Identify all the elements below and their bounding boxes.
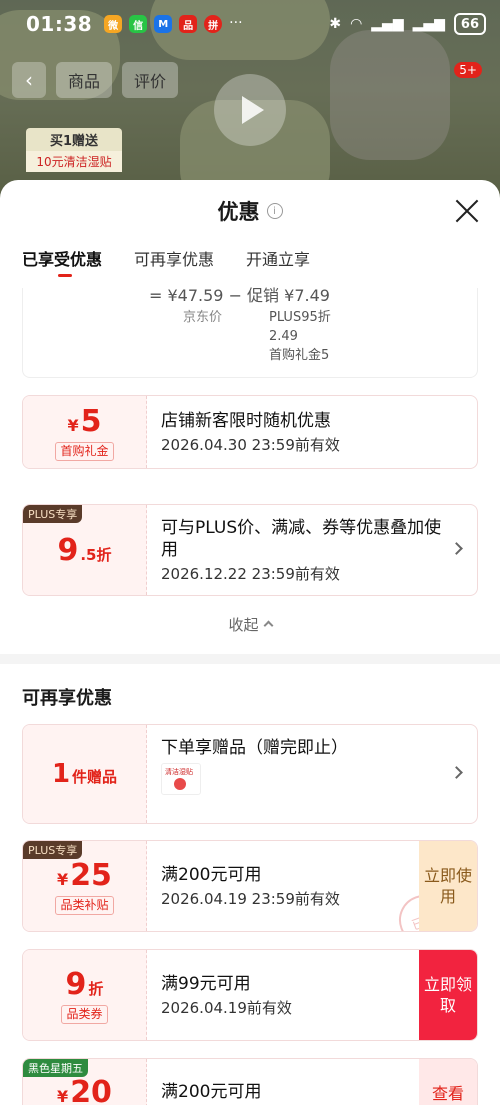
promo-title: 买1赠送 [26,128,122,151]
close-icon[interactable] [454,198,480,224]
coupon-date: 2026.04.30 23:59前有效 [161,435,340,454]
coupon-info: 满200元可用 2026.04.19 23:59前有效 [161,841,417,931]
coupon-title: 满99元可用 [161,973,251,994]
coupon-card-category-subsidy[interactable]: PLUS专享 ¥25 品类补贴 满200元可用 2026.04.19 23:59… [22,840,478,932]
amount: 5 [80,403,102,439]
back-icon[interactable]: ‹ [12,62,46,98]
claim-now-button[interactable]: 立即领取 [419,950,477,1040]
signal2-icon: ▂▄▆ [412,16,445,32]
currency: ¥ [57,1087,69,1105]
product-nav: ‹ 商品 评价 [12,62,179,98]
bluetooth-icon: ✱ [329,16,342,32]
amount-unit: 折 [88,979,104,998]
amount: 20 [70,1075,112,1105]
discount-list: = ¥47.59 − 促销 ¥7.49 京东价 PLUS95折 2.49 首购礼… [0,286,500,1105]
gift-image: 清洁湿贴 [161,763,201,795]
sheet-tabs: 已享受优惠 可再享优惠 开通立享 [0,242,500,286]
black-friday-tag: 黑色星期五 [23,1059,88,1077]
battery-icon: 66 [453,13,486,35]
coupon-card-plus-discount[interactable]: PLUS专享 9.5折 可与PLUS价、满减、券等优惠叠加使用 2026.12.… [22,504,478,596]
coupon-info: 店铺新客限时随机优惠 2026.04.30 23:59前有效 [161,396,447,468]
promo-subtitle: 10元清洁湿贴 [26,151,122,172]
coupon-info: 满200元可用 [161,1059,417,1105]
price-details: PLUS95折 2.49 首购礼金5 [269,308,331,365]
coupon-title: 可与PLUS价、满减、券等优惠叠加使用 [161,517,442,560]
gift-value: 1 件赠品 [23,725,147,823]
app-circle-icon: 拼 [204,15,223,33]
tab-enjoyed[interactable]: 已享受优惠 [22,242,102,277]
gift-image-label: 清洁湿贴 [165,768,193,776]
coupon-card-black-friday[interactable]: 黑色星期五 ¥20 满200元可用 查看 [22,1058,478,1105]
amount: 9 [57,532,79,568]
discount-sheet: 优惠 i 已享受优惠 可再享优惠 开通立享 = ¥47.59 − 促销 ¥7.4… [0,180,500,1105]
price-detail: 首购礼金5 [269,348,330,363]
chevron-up-icon [263,620,273,631]
coupon-card-category[interactable]: 9折 品类券 满99元可用 2026.04.19前有效 立即领取 [22,949,478,1041]
gift-card[interactable]: 1 件赠品 下单享赠品（赠完即止） 清洁湿贴 [22,724,478,824]
signal-icon: ▂▄▆ [371,16,404,32]
coupon-type-badge: 品类补贴 [55,895,114,915]
promo-banner: 买1赠送 10元清洁湿贴 [26,128,122,172]
sheet-title: 优惠 [217,200,260,224]
chevron-right-icon [450,766,463,779]
status-indicators: ✱ ◠ ▂▄▆ ▂▄▆ 66 [329,13,486,35]
jd-price-label: 京东价 [183,310,223,325]
coupon-value: ¥5 首购礼金 [23,396,147,468]
product-tab-reviews[interactable]: 评价 [122,62,179,98]
app-red-icon: 品 [179,15,198,33]
tab-more[interactable]: 可再享优惠 [134,242,214,270]
amount-unit: .5折 [80,545,112,564]
coupon-title: 满200元可用 [161,1082,262,1102]
chevron-right-icon [450,542,463,555]
collapse-label: 收起 [228,616,259,634]
amount: 25 [70,857,112,893]
price-detail: PLUS95折 [269,310,331,325]
coupon-type-badge: 品类券 [61,1004,108,1024]
notification-icons: 微 信 M 品 拼 ··· [104,15,243,33]
cart-badge: 5+ [454,62,482,78]
coupon-date: 2026.04.19前有效 [161,998,292,1017]
coupon-value: 9折 品类券 [23,950,147,1040]
gift-info: 下单享赠品（赠完即止） 清洁湿贴 [161,725,447,823]
wechat-icon: 信 [129,15,148,33]
app-m-icon: M [154,15,173,33]
product-tab-goods[interactable]: 商品 [56,62,113,98]
info-icon[interactable]: i [266,203,283,219]
currency: ¥ [67,415,79,435]
amount-unit: 件赠品 [72,768,118,786]
coupon-card-first-purchase[interactable]: ¥5 首购礼金 店铺新客限时随机优惠 2026.04.30 23:59前有效 [22,395,478,469]
section-divider [0,654,500,664]
status-bar: 01:38 微 信 M 品 拼 ··· ✱ ◠ ▂▄▆ ▂▄▆ 66 [0,0,500,48]
sheet-header: 优惠 i [0,180,500,242]
amount: 9 [65,966,87,1002]
coupon-type-badge: 首购礼金 [55,441,114,461]
plus-tag: PLUS专享 [23,841,83,859]
section-title-more: 可再享优惠 [22,688,112,709]
currency: ¥ [57,869,69,889]
coupon-date: 2026.04.19 23:59前有效 [161,889,340,908]
play-video-icon[interactable] [214,74,286,146]
collapse-button[interactable]: 收起 [0,614,500,635]
weibo-icon: 微 [104,15,123,33]
coupon-info: 可与PLUS价、满减、券等优惠叠加使用 2026.12.22 23:59前有效 [161,505,447,595]
wifi-icon: ◠ [350,16,363,32]
price-formula: = ¥47.59 − 促销 ¥7.49 [149,286,330,305]
plus-tag: PLUS专享 [23,505,83,523]
price-detail: 2.49 [269,329,298,344]
coupon-date: 2026.12.22 23:59前有效 [161,564,340,583]
tab-open[interactable]: 开通立享 [246,242,310,270]
coupon-info: 满99元可用 2026.04.19前有效 [161,950,417,1040]
price-breakdown-card: = ¥47.59 − 促销 ¥7.49 京东价 PLUS95折 2.49 首购礼… [22,286,478,378]
amount: 1 [51,759,71,789]
status-time: 01:38 [26,12,93,36]
more-notifications-icon: ··· [229,15,243,31]
coupon-title: 店铺新客限时随机优惠 [161,410,331,431]
gift-title: 下单享赠品（赠完即止） [161,738,348,758]
coupon-title: 满200元可用 [161,864,262,885]
view-button[interactable]: 查看 [419,1059,477,1105]
use-now-button[interactable]: 立即使用 [419,841,477,931]
